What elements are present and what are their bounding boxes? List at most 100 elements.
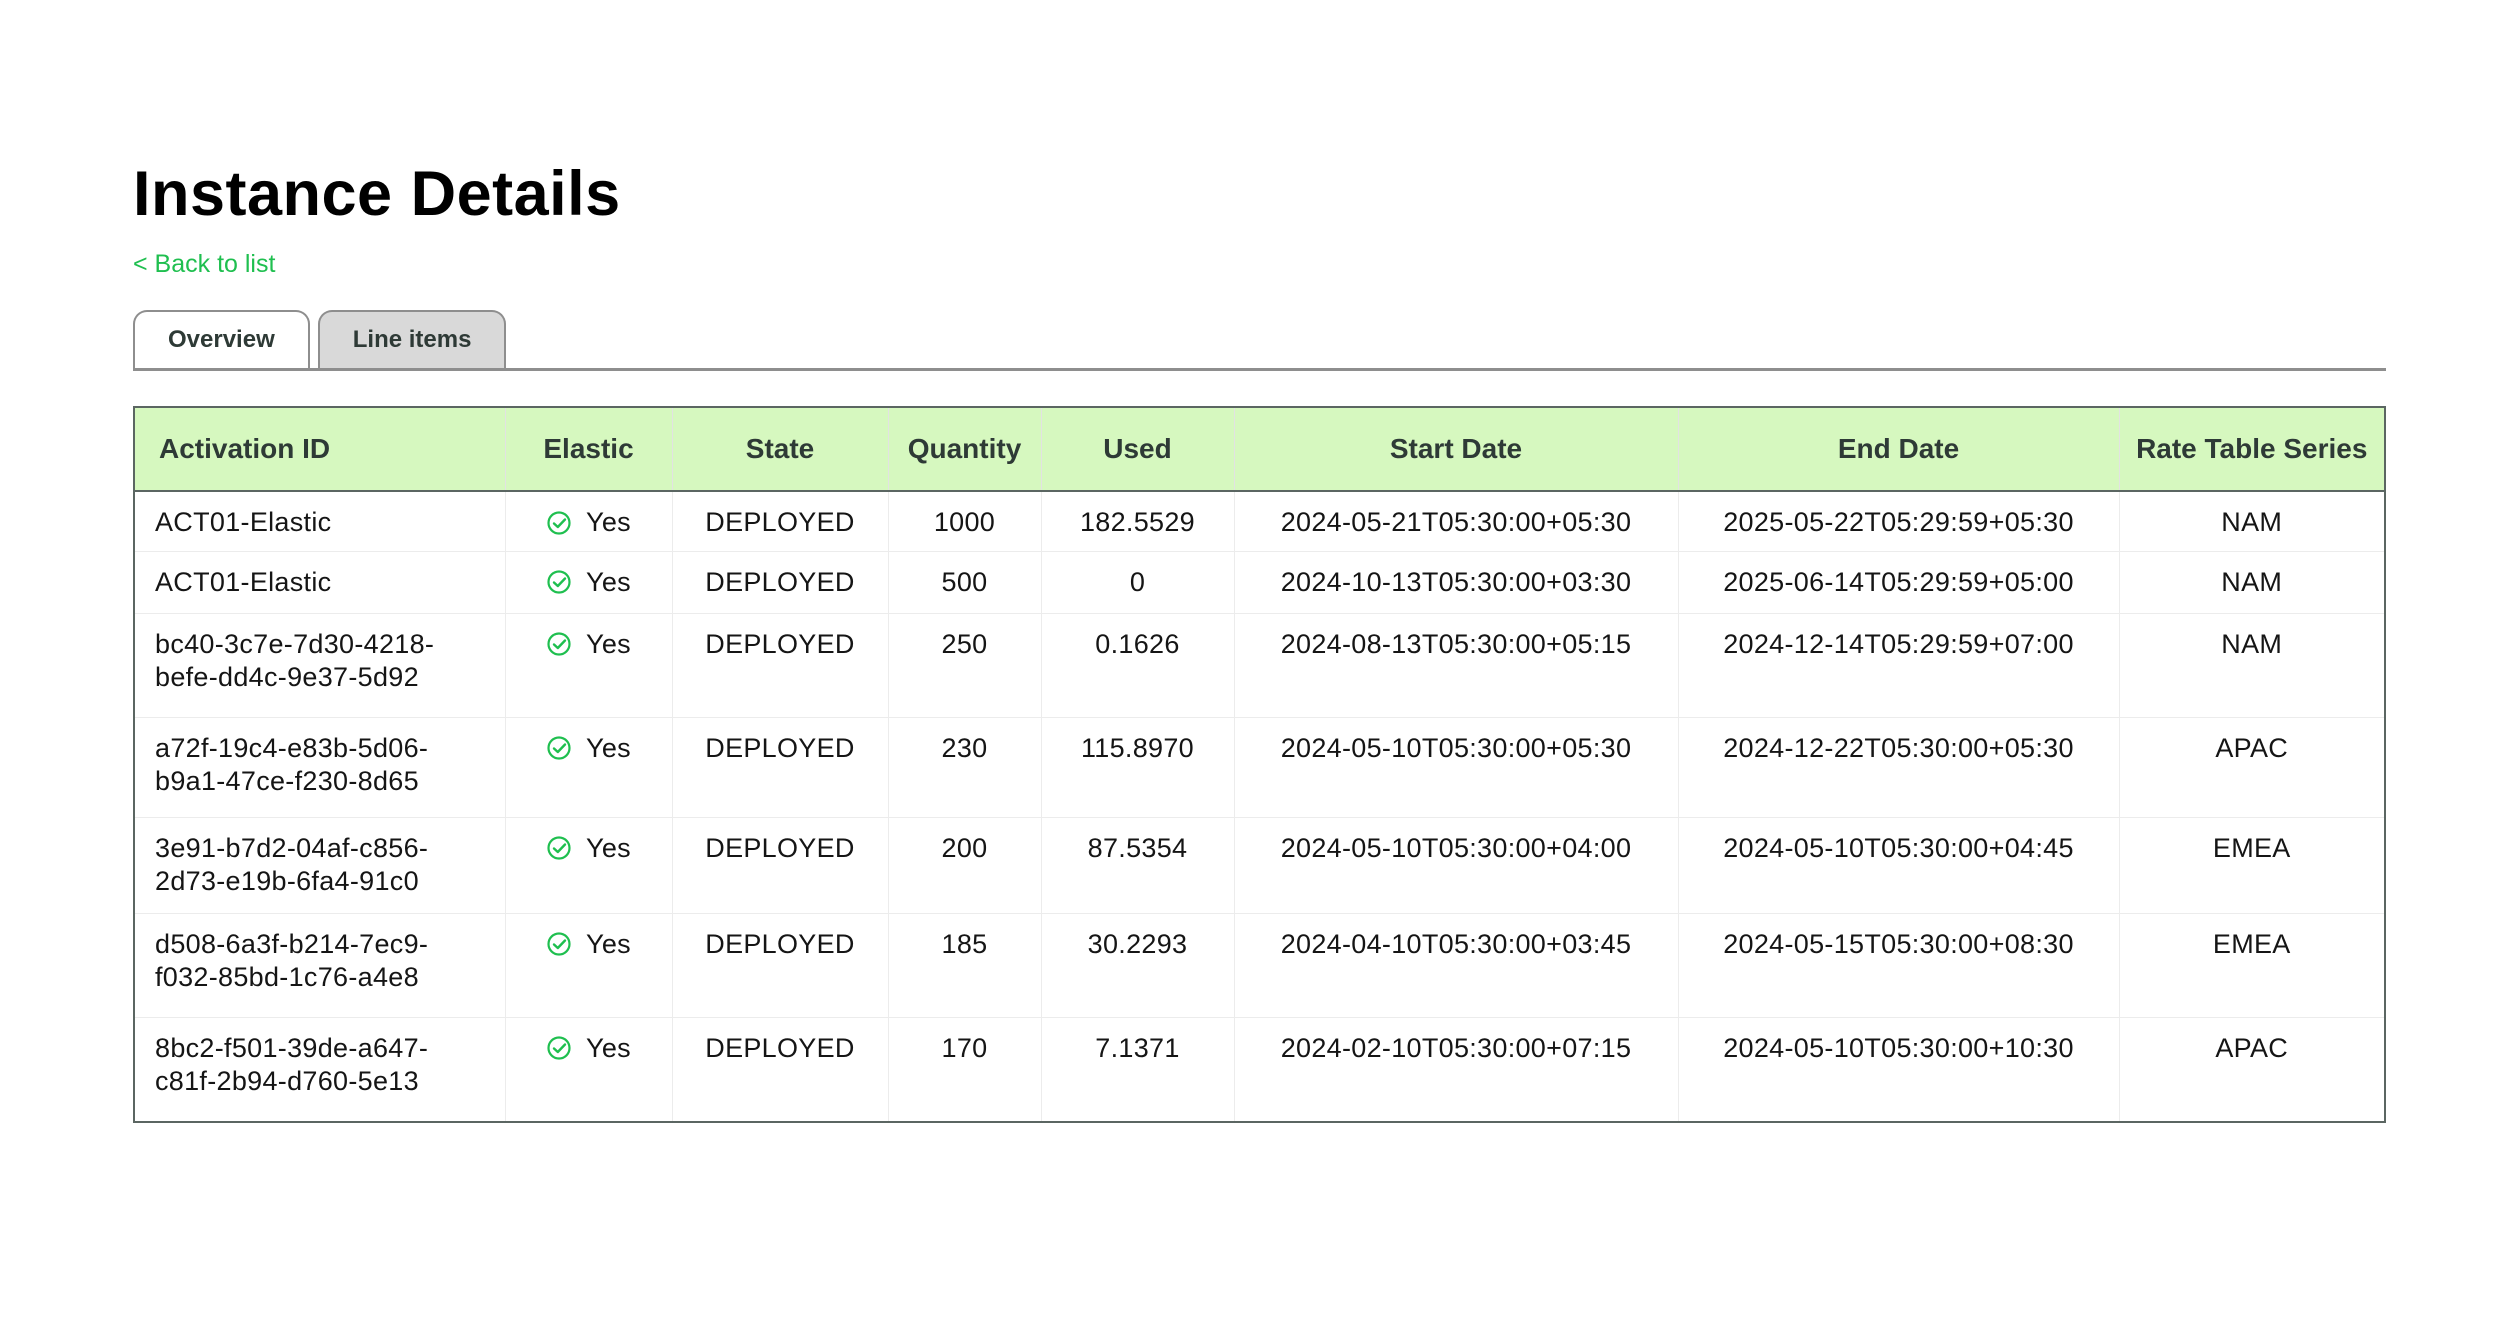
cell-start-date: 2024-02-10T05:30:00+07:15 bbox=[1234, 1017, 1679, 1121]
table-header-row: Activation ID Elastic State Quantity Use… bbox=[135, 408, 2384, 492]
column-header-quantity[interactable]: Quantity bbox=[888, 408, 1042, 492]
elastic-value: Yes bbox=[586, 566, 631, 597]
table-row[interactable]: 3e91-b7d2-04af-c856- 2d73-e19b-6fa4-91c0 Y… bbox=[135, 817, 2384, 914]
page-title: Instance Details bbox=[133, 159, 621, 229]
cell-elastic: Yes bbox=[505, 551, 673, 614]
column-header-rate-table-series[interactable]: Rate Table Series bbox=[2119, 408, 2384, 492]
tab-bar: Overview Line items bbox=[133, 306, 2386, 371]
cell-start-date: 2024-04-10T05:30:00+03:45 bbox=[1234, 913, 1679, 1018]
cell-elastic: Yes bbox=[505, 491, 673, 552]
cell-used: 30.2293 bbox=[1041, 913, 1235, 1018]
elastic-value: Yes bbox=[586, 732, 631, 763]
elastic-value: Yes bbox=[586, 1032, 631, 1063]
cell-activation-id: bc40-3c7e-7d30-4218- befe-dd4c-9e37-5d92 bbox=[135, 613, 506, 718]
cell-state: DEPLOYED bbox=[672, 551, 889, 614]
column-header-state[interactable]: State bbox=[672, 408, 889, 492]
activation-id-line-1: 3e91-b7d2-04af-c856- bbox=[155, 832, 429, 863]
cell-state: DEPLOYED bbox=[672, 1017, 889, 1121]
activation-id-line-1: ACT01-Elastic bbox=[155, 507, 332, 537]
back-to-list-link[interactable]: < Back to list bbox=[133, 248, 275, 280]
cell-end-date: 2024-05-15T05:30:00+08:30 bbox=[1678, 913, 2120, 1018]
cell-state: DEPLOYED bbox=[672, 817, 889, 914]
cell-end-date: 2025-06-14T05:29:59+05:00 bbox=[1678, 551, 2120, 614]
column-header-used[interactable]: Used bbox=[1041, 408, 1235, 492]
cell-activation-id: d508-6a3f-b214-7ec9- f032-85bd-1c76-a4e8 bbox=[135, 913, 506, 1018]
check-circle-icon bbox=[546, 931, 572, 957]
cell-start-date: 2024-05-10T05:30:00+04:00 bbox=[1234, 817, 1679, 914]
activation-id-line-1: 8bc2-f501-39de-a647- bbox=[155, 1032, 429, 1063]
activation-id-line-1: a72f-19c4-e83b-5d06- bbox=[155, 732, 429, 763]
cell-end-date: 2024-12-14T05:29:59+07:00 bbox=[1678, 613, 2120, 718]
cell-end-date: 2024-05-10T05:30:00+10:30 bbox=[1678, 1017, 2120, 1121]
table-row[interactable]: ACT01-Elastic Yes DEPLOYED 1000 182.5529 2024… bbox=[135, 491, 2384, 552]
cell-activation-id: ACT01-Elastic bbox=[135, 551, 506, 614]
cell-used: 0 bbox=[1041, 551, 1235, 614]
cell-end-date: 2025-05-22T05:29:59+05:30 bbox=[1678, 491, 2120, 552]
table-row[interactable]: a72f-19c4-e83b-5d06- b9a1-47ce-f230-8d65 Y… bbox=[135, 717, 2384, 818]
cell-rate-table-series: EMEA bbox=[2119, 817, 2384, 914]
cell-start-date: 2024-05-21T05:30:00+05:30 bbox=[1234, 491, 1679, 552]
activation-id-line-1: d508-6a3f-b214-7ec9- bbox=[155, 928, 429, 959]
cell-quantity: 230 bbox=[888, 717, 1042, 818]
cell-quantity: 250 bbox=[888, 613, 1042, 718]
cell-start-date: 2024-05-10T05:30:00+05:30 bbox=[1234, 717, 1679, 818]
cell-end-date: 2024-12-22T05:30:00+05:30 bbox=[1678, 717, 2120, 818]
activation-id-line-2: 2d73-e19b-6fa4-91c0 bbox=[155, 865, 419, 896]
cell-quantity: 200 bbox=[888, 817, 1042, 914]
cell-used: 0.1626 bbox=[1041, 613, 1235, 718]
activation-id-line-2: c81f-2b94-d760-5e13 bbox=[155, 1065, 419, 1096]
cell-state: DEPLOYED bbox=[672, 613, 889, 718]
tab-overview[interactable]: Overview bbox=[133, 310, 310, 368]
table-row[interactable]: ACT01-Elastic Yes DEPLOYED 500 0 2024-10-13T0… bbox=[135, 551, 2384, 614]
cell-activation-id: 3e91-b7d2-04af-c856- 2d73-e19b-6fa4-91c0 bbox=[135, 817, 506, 914]
cell-activation-id: ACT01-Elastic bbox=[135, 491, 506, 552]
table-row[interactable]: 8bc2-f501-39de-a647- c81f-2b94-d760-5e13 Y… bbox=[135, 1017, 2384, 1121]
cell-quantity: 170 bbox=[888, 1017, 1042, 1121]
check-circle-icon bbox=[546, 835, 572, 861]
cell-rate-table-series: NAM bbox=[2119, 551, 2384, 614]
cell-used: 115.8970 bbox=[1041, 717, 1235, 818]
check-circle-icon bbox=[546, 510, 572, 536]
table-row[interactable]: d508-6a3f-b214-7ec9- f032-85bd-1c76-a4e8 Y… bbox=[135, 913, 2384, 1018]
cell-state: DEPLOYED bbox=[672, 913, 889, 1018]
column-header-start-date[interactable]: Start Date bbox=[1234, 408, 1679, 492]
cell-used: 87.5354 bbox=[1041, 817, 1235, 914]
cell-rate-table-series: APAC bbox=[2215, 1032, 2289, 1063]
instance-details-page: Instance Details < Back to list Overview… bbox=[133, 150, 2386, 1123]
check-circle-icon bbox=[546, 1035, 572, 1061]
line-items-table-container: Activation ID Elastic State Quantity Use… bbox=[133, 406, 2386, 1123]
activation-id-line-1: ACT01-Elastic bbox=[155, 566, 332, 597]
cell-start-date: 2024-08-13T05:30:00+05:15 bbox=[1234, 613, 1679, 718]
activation-id-line-2: f032-85bd-1c76-a4e8 bbox=[155, 961, 419, 992]
cell-quantity: 1000 bbox=[888, 491, 1042, 552]
cell-rate-table-series: NAM bbox=[2119, 491, 2384, 552]
column-header-end-date[interactable]: End Date bbox=[1678, 408, 2120, 492]
cell-state: DEPLOYED bbox=[672, 717, 889, 818]
cell-rate-table-series: APAC bbox=[2119, 717, 2384, 818]
elastic-value: Yes bbox=[586, 507, 631, 537]
cell-elastic: Yes bbox=[505, 613, 673, 718]
cell-rate-table-series: NAM bbox=[2119, 613, 2384, 718]
cell-elastic: Yes bbox=[505, 717, 673, 818]
cell-start-date: 2024-10-13T05:30:00+03:30 bbox=[1234, 551, 1679, 614]
activation-id-line-1: bc40-3c7e-7d30-4218- bbox=[155, 628, 435, 659]
line-items-table: Activation ID Elastic State Quantity Use… bbox=[135, 408, 2384, 1121]
cell-state: DEPLOYED bbox=[672, 491, 889, 552]
table-row[interactable]: bc40-3c7e-7d30-4218- befe-dd4c-9e37-5d92 Y… bbox=[135, 613, 2384, 718]
cell-elastic: Yes bbox=[505, 1017, 673, 1121]
cell-quantity: 500 bbox=[888, 551, 1042, 614]
cell-elastic: Yes bbox=[505, 913, 673, 1018]
cell-end-date: 2024-05-10T05:30:00+04:45 bbox=[1678, 817, 2120, 914]
column-header-activation-id[interactable]: Activation ID bbox=[135, 408, 506, 492]
table-body: ACT01-Elastic Yes DEPLOYED 1000 182.5529 2024… bbox=[135, 491, 2384, 1121]
elastic-value: Yes bbox=[586, 928, 631, 959]
cell-used: 182.5529 bbox=[1041, 491, 1235, 552]
column-header-elastic[interactable]: Elastic bbox=[505, 408, 673, 492]
check-circle-icon bbox=[546, 631, 572, 657]
cell-activation-id: a72f-19c4-e83b-5d06- b9a1-47ce-f230-8d65 bbox=[135, 717, 506, 818]
activation-id-line-2: befe-dd4c-9e37-5d92 bbox=[155, 661, 419, 692]
tab-line-items[interactable]: Line items bbox=[317, 310, 507, 368]
elastic-value: Yes bbox=[586, 832, 631, 863]
cell-quantity: 185 bbox=[888, 913, 1042, 1018]
check-circle-icon bbox=[546, 735, 572, 761]
